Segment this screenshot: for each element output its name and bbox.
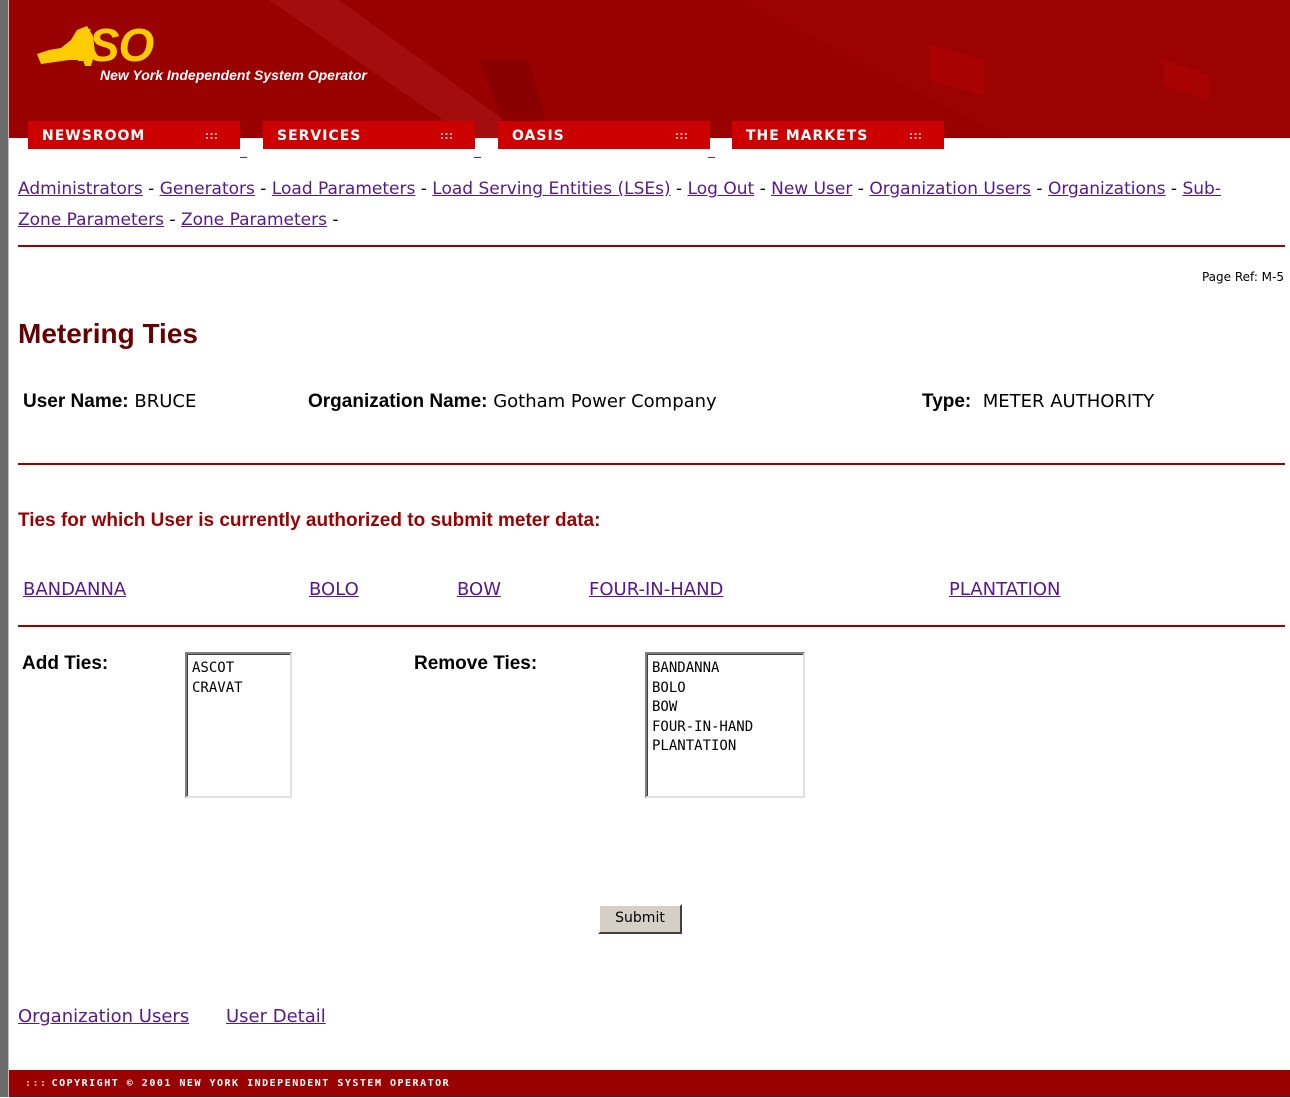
tab-label: NEWSROOM (42, 128, 146, 144)
remove-option[interactable]: FOUR-IN-HAND (652, 718, 798, 738)
left-border (0, 0, 9, 1097)
admin-links: Administrators - Generators - Load Param… (18, 179, 1221, 230)
add-ties-label: Add Ties: (22, 653, 109, 674)
user-name-value: BRUCE (134, 391, 197, 412)
logo-text: ISO (77, 19, 154, 71)
dots-icon: ::: (674, 129, 688, 142)
page-title: Metering Ties (18, 318, 198, 349)
add-option[interactable]: ASCOT (192, 659, 285, 679)
user-type-value: METER AUTHORITY (982, 391, 1155, 412)
authorized-ties-heading: Ties for which User is currently authori… (18, 510, 601, 531)
remove-option[interactable]: PLANTATION (652, 737, 798, 757)
remove-ties-listbox[interactable]: BANDANNA BOLO BOW FOUR-IN-HAND PLANTATIO… (645, 652, 805, 798)
organization-name: Organization Name: Gotham Power Company (308, 391, 717, 412)
link-load-serving-entities[interactable]: Load Serving Entities (LSEs) (432, 179, 670, 199)
remove-ties-label: Remove Ties: (414, 653, 538, 674)
organization-name-value: Gotham Power Company (493, 391, 717, 412)
tab-newsroom[interactable]: NEWSROOM ::: (28, 121, 240, 149)
divider (18, 463, 1285, 465)
tab-the-markets[interactable]: THE MARKETS ::: (732, 121, 944, 149)
remove-option[interactable]: BOW (652, 698, 798, 718)
nav-link-marker[interactable] (474, 157, 481, 158)
link-generators[interactable]: Generators (160, 179, 255, 199)
link-log-out[interactable]: Log Out (688, 179, 755, 199)
remove-option[interactable]: BANDANNA (652, 659, 798, 679)
link-zone-parameters[interactable]: Zone Parameters (181, 210, 327, 230)
nav-link-marker[interactable] (708, 157, 715, 158)
user-name: User Name: BRUCE (23, 391, 197, 412)
link-organization-users-bottom[interactable]: Organization Users (18, 1006, 189, 1027)
add-option[interactable]: CRAVAT (192, 679, 285, 699)
tie-link-bandanna[interactable]: BANDANNA (23, 579, 126, 600)
tie-link-four-in-hand[interactable]: FOUR-IN-HAND (589, 579, 723, 600)
link-new-user[interactable]: New User (771, 179, 852, 199)
link-organizations[interactable]: Organizations (1048, 179, 1166, 199)
tab-oasis[interactable]: OASIS ::: (498, 121, 710, 149)
link-user-detail[interactable]: User Detail (226, 1006, 326, 1027)
tie-link-bolo[interactable]: BOLO (309, 579, 359, 600)
dots-icon: ::: (204, 129, 218, 142)
header-banner: ISO New York Independent System Operator (9, 0, 1290, 138)
link-administrators[interactable]: Administrators (18, 179, 143, 199)
user-type: Type: METER AUTHORITY (922, 391, 1155, 412)
page-ref: Page Ref: M-5 (1201, 270, 1284, 284)
add-ties-listbox[interactable]: ASCOT CRAVAT (185, 652, 292, 798)
tie-link-bow[interactable]: BOW (457, 579, 501, 600)
logo-subtitle: New York Independent System Operator (100, 67, 367, 83)
dots-icon: ::: (439, 129, 453, 142)
copyright-text: COPYRIGHT © 2001 NEW YORK INDEPENDENT SY… (51, 1078, 451, 1089)
tab-label: OASIS (512, 128, 565, 144)
remove-option[interactable]: BOLO (652, 679, 798, 699)
footer: ::: COPYRIGHT © 2001 NEW YORK INDEPENDENT… (9, 1070, 1290, 1097)
tie-link-plantation[interactable]: PLANTATION (949, 579, 1061, 600)
tab-label: THE MARKETS (746, 128, 869, 144)
link-organization-users[interactable]: Organization Users (869, 179, 1031, 199)
tab-label: SERVICES (277, 128, 362, 144)
dots-icon: ::: (25, 1078, 48, 1089)
submit-button[interactable]: Submit (598, 904, 682, 934)
divider (18, 625, 1285, 627)
nav-link-marker[interactable] (240, 157, 247, 158)
dots-icon: ::: (908, 129, 922, 142)
tab-services[interactable]: SERVICES ::: (263, 121, 475, 149)
link-load-parameters[interactable]: Load Parameters (272, 179, 416, 199)
divider (18, 245, 1285, 247)
